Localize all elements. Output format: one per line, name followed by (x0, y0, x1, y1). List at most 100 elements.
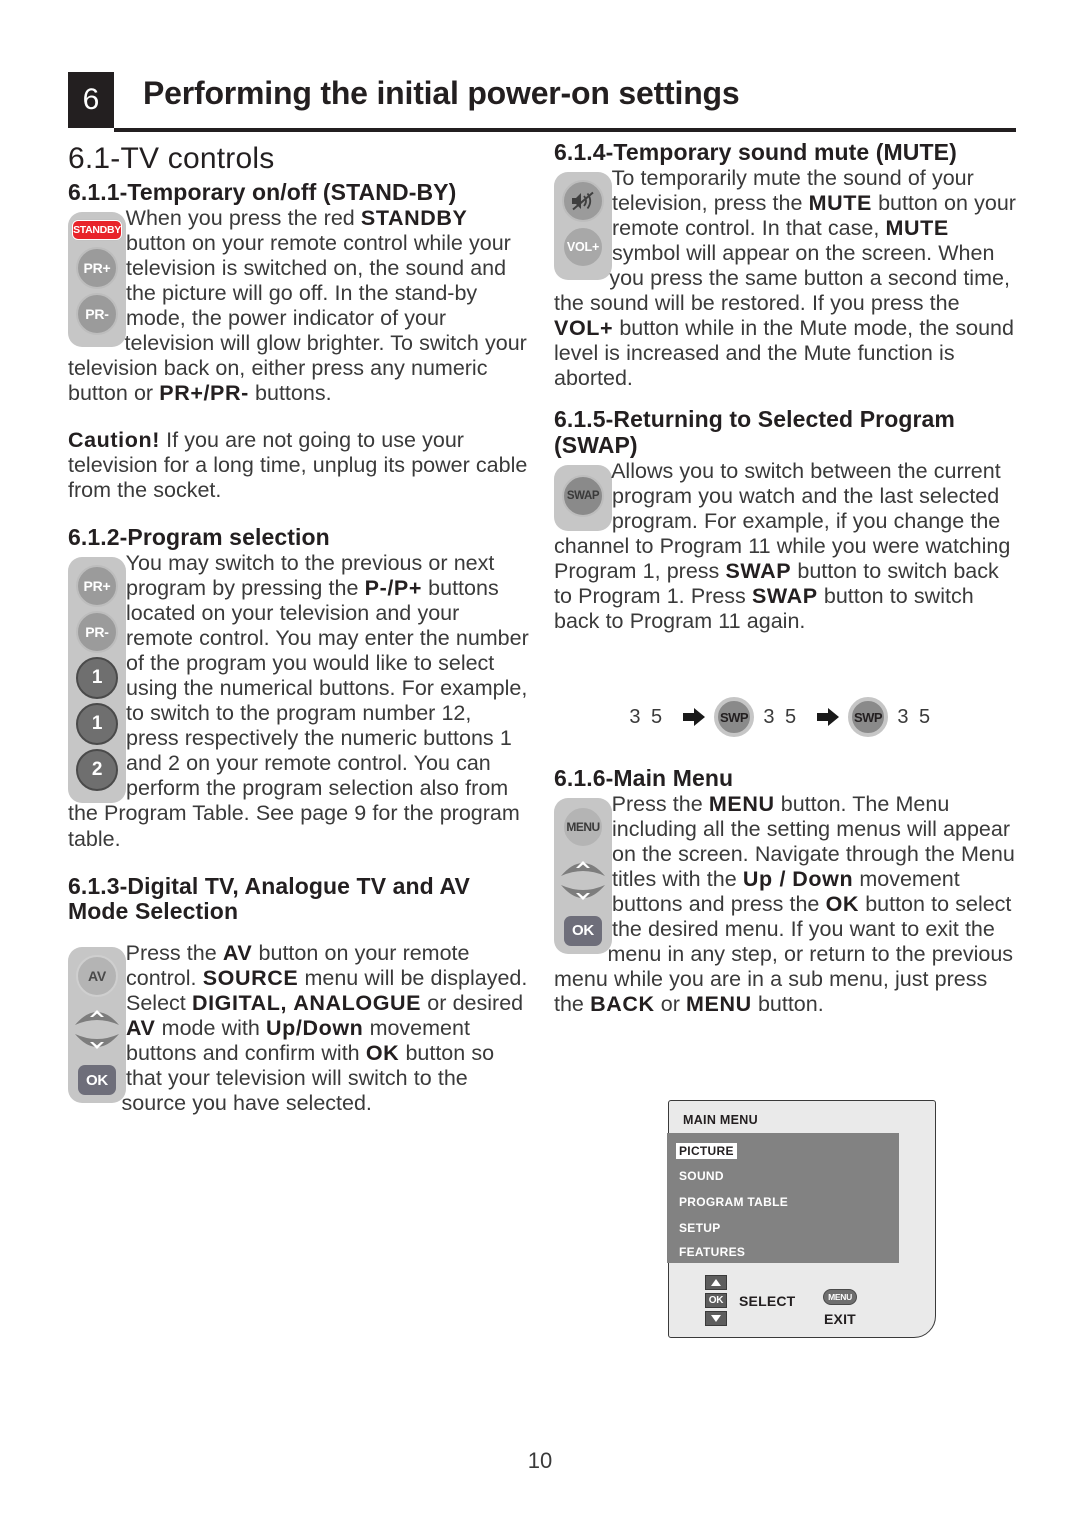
txt-616-pre: Press the (611, 791, 709, 816)
txt-616-post: button. (751, 992, 824, 1017)
main-menu-screen-illustration: MAIN MENU PICTURE SOUND PROGRAM TABLE SE… (667, 1100, 936, 1338)
paragraph-614: To temporarily mute the sound of your te… (554, 166, 1016, 391)
subsection-body-611: STANDBY PR+ PR- When you press the red S… (68, 206, 530, 406)
pr-minus-button-icon[interactable]: PR- (76, 292, 118, 335)
txt-611-pre: When you press the red (125, 205, 361, 230)
tv-menu-footer: OK SELECT MENU EXIT (669, 1271, 935, 1335)
txt-613-b2: SOURCE (202, 966, 299, 991)
numeric-button-1b-icon[interactable]: 1 (76, 703, 118, 746)
swp-button-icon-2[interactable]: SWP (848, 697, 888, 737)
down-chevron-icon[interactable] (559, 883, 607, 909)
remote-keypad-mute: VOL+ (554, 171, 612, 280)
down-arrow-badge-icon (705, 1311, 727, 1326)
subsection-heading-613: 6.1.3-Digital TV, Analogue TV and AV Mod… (68, 872, 470, 925)
txt-616-m5: or (654, 992, 687, 1017)
txt-611-b2: PR+/PR- (159, 381, 249, 406)
left-column: 6.1-TV controls 6.1.1-Temporary on/off (… (68, 142, 530, 1116)
subsection-body-614: VOL+ To temporarily mute the sound of yo… (554, 166, 1016, 391)
subsection-body-613: AV OK Press the AV button on your remote… (68, 941, 530, 1116)
swap-demo-number-1: 3 5 (629, 705, 665, 728)
tv-menu-item-sound[interactable]: SOUND (679, 1169, 724, 1183)
right-column: 6.1.4-Temporary sound mute (MUTE) VOL+ T… (554, 139, 1016, 634)
numeric-button-1-icon[interactable]: 1 (76, 657, 118, 700)
txt-616-b2: Up / (742, 866, 787, 891)
swp-button-icon-1[interactable]: SWP (714, 697, 754, 737)
subsection-heading-616: 6.1.6-Main Menu (554, 765, 734, 791)
txt-614-post: button while in the Mute mode, the sound… (554, 316, 1014, 391)
txt-613-pre: Press the (125, 941, 223, 966)
txt-611-mid: button on your remote control while your… (68, 230, 527, 406)
paragraph-611: When you press the red STANDBY button on… (68, 206, 530, 406)
subsection-body-616: MENU OK Press the MENU button. The Menu … (554, 792, 1016, 1017)
txt-613-b7: OK (365, 1041, 400, 1066)
subsection-heading-614: 6.1.4-Temporary sound mute (MUTE) (554, 139, 957, 165)
swap-demo-number-2: 3 5 (763, 705, 799, 728)
txt-613-m5: mode with (155, 1016, 267, 1041)
pr-plus-button-icon[interactable]: PR+ (76, 565, 118, 608)
section-title: 6.1-TV controls (68, 142, 275, 175)
up-chevron-icon[interactable] (73, 1001, 121, 1027)
swap-sequence-diagram: 3 5 SWP 3 5 SWP 3 5 (620, 694, 950, 740)
txt-616-b3: Down (792, 866, 854, 891)
txt-613-b6: Up/Down (266, 1016, 364, 1041)
swap-button-icon[interactable]: SWAP (562, 474, 604, 517)
tv-menu-list: PICTURE SOUND PROGRAM TABLE SETUP FEATUR… (667, 1133, 899, 1263)
txt-616-b5: BACK (590, 992, 655, 1017)
txt-613-m4: or desired (421, 991, 524, 1016)
up-chevron-icon[interactable] (559, 852, 607, 878)
menu-button-icon[interactable]: MENU (562, 805, 604, 848)
caution-label: Caution! (68, 428, 160, 453)
av-button-icon[interactable]: AV (76, 955, 118, 998)
ok-button-icon[interactable]: OK (564, 915, 602, 946)
vol-plus-button-icon[interactable]: VOL+ (562, 225, 604, 268)
tv-menu-item-program-table[interactable]: PROGRAM TABLE (679, 1195, 788, 1209)
pr-minus-button-icon[interactable]: PR- (76, 611, 118, 654)
txt-615-b2: SWAP (751, 583, 818, 608)
txt-611-b1: STANDBY (360, 205, 468, 230)
txt-612-post: buttons located on your television and y… (68, 576, 529, 851)
standby-button-icon[interactable]: STANDBY (72, 219, 122, 240)
remote-keypad-swap: SWAP (554, 464, 612, 531)
subsection-heading-611: 6.1.1-Temporary on/off (STAND-BY) (68, 179, 457, 205)
txt-615-b1: SWAP (725, 558, 792, 583)
remote-keypad-program: PR+ PR- 1 1 2 (68, 557, 126, 804)
txt-616-b1: MENU (708, 791, 775, 816)
subsection-body-612: PR+ PR- 1 1 2 You may switch to the prev… (68, 551, 530, 852)
txt-613-b5: AV (126, 1016, 156, 1041)
right-arrow-icon (674, 707, 714, 727)
txt-616-b6: MENU (686, 992, 752, 1017)
header-rule (114, 128, 1016, 132)
paragraph-613: Press the AV button on your remote contr… (68, 941, 530, 1116)
remote-keypad-av: AV OK (68, 947, 126, 1104)
paragraph-612: You may switch to the previous or next p… (68, 551, 530, 852)
mute-button-icon[interactable] (562, 179, 604, 222)
swap-demo-number-3: 3 5 (897, 705, 933, 728)
caution-paragraph: Caution! If you are not going to use you… (68, 428, 530, 503)
subsection-body-615: SWAP Allows you to switch between the cu… (554, 459, 1016, 634)
pr-plus-button-icon[interactable]: PR+ (76, 246, 118, 289)
tv-menu-title: MAIN MENU (683, 1113, 758, 1127)
remote-keypad-menu: MENU OK (554, 797, 612, 954)
subsection-heading-615: 6.1.5-Returning to Selected Program (SWA… (554, 406, 955, 458)
select-label: SELECT (739, 1293, 796, 1309)
subsection-heading-612: 6.1.2-Program selection (68, 524, 330, 551)
tv-menu-item-setup[interactable]: SETUP (679, 1221, 721, 1235)
chapter-header: 6 Performing the initial power-on settin… (68, 72, 1016, 134)
txt-614-b1: MUTE (808, 190, 872, 215)
txt-616-b4: OK (825, 891, 860, 916)
txt-614-b2: MUTE (885, 215, 949, 240)
subsection-616: 6.1.6-Main Menu MENU OK Press the MENU b… (554, 765, 1016, 1017)
menu-badge-icon: MENU (823, 1289, 857, 1305)
tv-menu-item-picture[interactable]: PICTURE (676, 1143, 737, 1159)
paragraph-615: Allows you to switch between the current… (554, 459, 1016, 634)
txt-614-m2: symbol will appear on the screen. When y… (554, 240, 1010, 315)
numeric-button-2-icon[interactable]: 2 (76, 749, 118, 792)
right-arrow-icon (808, 707, 848, 727)
manual-page: 6 Performing the initial power-on settin… (0, 0, 1080, 1532)
txt-614-b3: VOL+ (554, 316, 614, 341)
txt-612-b1: P-/P+ (364, 576, 422, 601)
tv-menu-item-features[interactable]: FEATURES (679, 1245, 745, 1259)
down-chevron-icon[interactable] (73, 1032, 121, 1058)
txt-613-b3: DIGITAL, (191, 991, 288, 1016)
ok-button-icon[interactable]: OK (78, 1065, 116, 1096)
